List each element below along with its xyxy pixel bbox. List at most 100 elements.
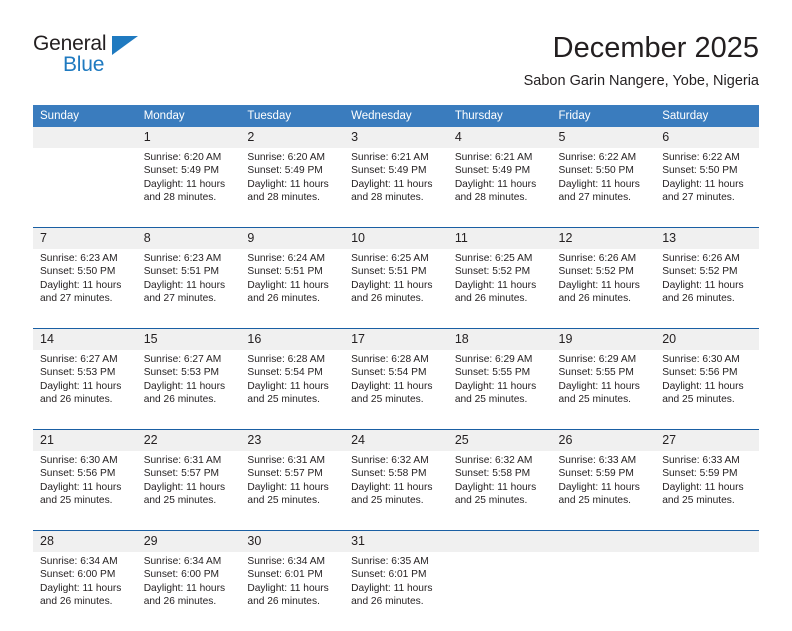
day-number-cell[interactable]: 24	[344, 429, 448, 451]
day-detail-cell[interactable]: Sunrise: 6:20 AM Sunset: 5:49 PM Daylight:…	[240, 148, 345, 228]
calendar-week-daynumber-row: 21 22 23 24 25 26 27	[33, 429, 759, 451]
day-number-cell[interactable]: 11	[447, 227, 552, 249]
day-number-cell[interactable]: 18	[447, 328, 552, 350]
day-detail-cell[interactable]: Sunrise: 6:34 AM Sunset: 6:00 PM Daylight:…	[136, 552, 241, 631]
sunset-time: Sunset: 5:53 PM	[40, 367, 116, 379]
daylight-duration-line1: Daylight: 11 hours	[143, 178, 226, 190]
day-detail-cell[interactable]: Sunrise: 6:33 AM Sunset: 5:59 PM Daylight:…	[655, 451, 759, 531]
day-number-cell[interactable]: 29	[136, 530, 241, 552]
day-number-cell[interactable]: 22	[136, 429, 241, 451]
day-detail-cell[interactable]: Sunrise: 6:32 AM Sunset: 5:58 PM Daylight:…	[344, 451, 448, 531]
daylight-duration-line1: Daylight: 11 hours	[454, 380, 537, 392]
daylight-duration-line1: Daylight: 11 hours	[247, 178, 329, 190]
day-number-cell[interactable]: 17	[344, 328, 448, 350]
day-number-cell[interactable]: 19	[551, 328, 656, 350]
day-detail-cell[interactable]: Sunrise: 6:21 AM Sunset: 5:49 PM Daylight:…	[344, 148, 448, 228]
day-number-cell[interactable]: 15	[136, 328, 241, 350]
day-detail-cell[interactable]: Sunrise: 6:22 AM Sunset: 5:50 PM Daylight:…	[551, 148, 656, 228]
page-header: General Blue December 2025 Sabon Garin N…	[33, 30, 759, 98]
day-detail-cell[interactable]: Sunrise: 6:29 AM Sunset: 5:55 PM Daylight:…	[551, 350, 656, 430]
daylight-duration-line2: and 28 minutes.	[351, 192, 424, 204]
day-detail-cell[interactable]: Sunrise: 6:22 AM Sunset: 5:50 PM Daylight:…	[655, 148, 759, 228]
general-blue-logo[interactable]: General Blue	[33, 30, 233, 86]
day-detail-cell[interactable]: Sunrise: 6:21 AM Sunset: 5:49 PM Daylight:…	[447, 148, 552, 228]
day-number: 27	[662, 433, 677, 447]
day-detail-cell[interactable]: Sunrise: 6:29 AM Sunset: 5:55 PM Daylight:…	[447, 350, 552, 430]
day-detail-cell-empty	[655, 552, 759, 631]
day-detail-cell[interactable]: Sunrise: 6:31 AM Sunset: 5:57 PM Daylight:…	[240, 451, 345, 531]
day-number-cell[interactable]: 13	[655, 227, 759, 249]
day-number-cell[interactable]: 21	[33, 429, 137, 451]
daylight-duration-line2: and 25 minutes.	[40, 495, 113, 507]
daylight-duration-line1: Daylight: 11 hours	[558, 279, 640, 291]
day-detail-cell[interactable]: Sunrise: 6:28 AM Sunset: 5:54 PM Daylight:…	[344, 350, 448, 430]
sunset-time: Sunset: 5:56 PM	[40, 468, 116, 480]
sunrise-time: Sunrise: 6:21 AM	[351, 152, 429, 163]
day-number-cell[interactable]: 31	[344, 530, 448, 552]
day-detail-cell[interactable]: Sunrise: 6:31 AM Sunset: 5:57 PM Daylight:…	[136, 451, 241, 531]
day-detail-cell[interactable]: Sunrise: 6:23 AM Sunset: 5:51 PM Daylight:…	[136, 249, 241, 329]
day-number-cell[interactable]: 10	[344, 227, 448, 249]
sunrise-time: Sunrise: 6:28 AM	[247, 354, 325, 365]
day-detail-cell[interactable]: Sunrise: 6:26 AM Sunset: 5:52 PM Daylight:…	[551, 249, 656, 329]
sunset-time: Sunset: 5:55 PM	[454, 367, 531, 379]
daylight-duration-line2: and 27 minutes.	[40, 293, 113, 305]
logo-text-blue: Blue	[63, 53, 105, 76]
day-detail-cell[interactable]: Sunrise: 6:27 AM Sunset: 5:53 PM Daylight:…	[136, 350, 241, 430]
daylight-duration-line1: Daylight: 11 hours	[662, 279, 744, 291]
daylight-duration-line2: and 27 minutes.	[662, 192, 735, 204]
day-number-cell[interactable]: 26	[551, 429, 656, 451]
day-number-cell[interactable]: 6	[655, 127, 759, 148]
sunset-time: Sunset: 5:58 PM	[454, 468, 531, 480]
day-detail-cell[interactable]: Sunrise: 6:30 AM Sunset: 5:56 PM Daylight:…	[33, 451, 137, 531]
daylight-duration-line1: Daylight: 11 hours	[662, 380, 744, 392]
day-number-cell[interactable]: 27	[655, 429, 759, 451]
daylight-duration-line1: Daylight: 11 hours	[558, 178, 640, 190]
sunrise-time: Sunrise: 6:34 AM	[247, 556, 325, 567]
sunrise-time: Sunrise: 6:28 AM	[351, 354, 429, 365]
daylight-duration-line2: and 27 minutes.	[558, 192, 632, 204]
day-detail-cell[interactable]: Sunrise: 6:20 AM Sunset: 5:49 PM Daylight:…	[136, 148, 241, 228]
day-detail-cell[interactable]: Sunrise: 6:23 AM Sunset: 5:50 PM Daylight:…	[33, 249, 137, 329]
day-number-cell[interactable]: 2	[240, 127, 345, 148]
day-number-cell[interactable]: 5	[551, 127, 656, 148]
day-number-cell[interactable]: 12	[551, 227, 656, 249]
weekday-header-monday: Monday	[136, 105, 241, 127]
daylight-duration-line2: and 28 minutes.	[454, 192, 528, 204]
day-number-cell[interactable]: 30	[240, 530, 345, 552]
day-detail-cell[interactable]: Sunrise: 6:34 AM Sunset: 6:00 PM Daylight:…	[33, 552, 137, 631]
sunrise-time: Sunrise: 6:34 AM	[40, 556, 118, 567]
day-detail-cell[interactable]: Sunrise: 6:33 AM Sunset: 5:59 PM Daylight:…	[551, 451, 656, 531]
daylight-duration-line2: and 25 minutes.	[351, 495, 424, 507]
day-number-cell[interactable]: 23	[240, 429, 345, 451]
calendar-week-daynumber-row: 28 29 30 31	[33, 530, 759, 552]
sunrise-sunset-calendar-table: Sunday Monday Tuesday Wednesday Thursday…	[33, 105, 759, 631]
day-number-cell[interactable]: 1	[136, 127, 241, 148]
sunrise-time: Sunrise: 6:27 AM	[40, 354, 118, 365]
day-detail-cell[interactable]: Sunrise: 6:26 AM Sunset: 5:52 PM Daylight:…	[655, 249, 759, 329]
day-number-cell[interactable]: 16	[240, 328, 345, 350]
day-detail-cell[interactable]: Sunrise: 6:30 AM Sunset: 5:56 PM Daylight:…	[655, 350, 759, 430]
daylight-duration-line1: Daylight: 11 hours	[143, 380, 226, 392]
day-detail-cell[interactable]: Sunrise: 6:24 AM Sunset: 5:51 PM Daylight:…	[240, 249, 345, 329]
day-detail-cell[interactable]: Sunrise: 6:28 AM Sunset: 5:54 PM Daylight:…	[240, 350, 345, 430]
day-number-cell[interactable]: 25	[447, 429, 552, 451]
day-number-cell[interactable]: 7	[33, 227, 137, 249]
day-number-cell[interactable]: 3	[344, 127, 448, 148]
day-detail-cell[interactable]: Sunrise: 6:27 AM Sunset: 5:53 PM Daylight:…	[33, 350, 137, 430]
day-detail-cell[interactable]: Sunrise: 6:25 AM Sunset: 5:52 PM Daylight:…	[447, 249, 552, 329]
day-detail-cell-empty	[33, 148, 137, 228]
day-number-cell[interactable]: 28	[33, 530, 137, 552]
day-detail-cell[interactable]: Sunrise: 6:35 AM Sunset: 6:01 PM Daylight:…	[344, 552, 448, 631]
blue-triangle-logo-mark-icon	[112, 36, 138, 55]
day-number-cell[interactable]: 20	[655, 328, 759, 350]
day-number: 7	[40, 231, 47, 245]
day-detail-cell[interactable]: Sunrise: 6:32 AM Sunset: 5:58 PM Daylight:…	[447, 451, 552, 531]
day-number-cell[interactable]: 9	[240, 227, 345, 249]
day-number-cell[interactable]: 4	[447, 127, 552, 148]
day-detail-cell[interactable]: Sunrise: 6:25 AM Sunset: 5:51 PM Daylight:…	[344, 249, 448, 329]
day-number-cell[interactable]: 8	[136, 227, 241, 249]
day-number-cell[interactable]: 14	[33, 328, 137, 350]
day-detail-cell[interactable]: Sunrise: 6:34 AM Sunset: 6:01 PM Daylight:…	[240, 552, 345, 631]
day-number-cell	[447, 530, 552, 552]
